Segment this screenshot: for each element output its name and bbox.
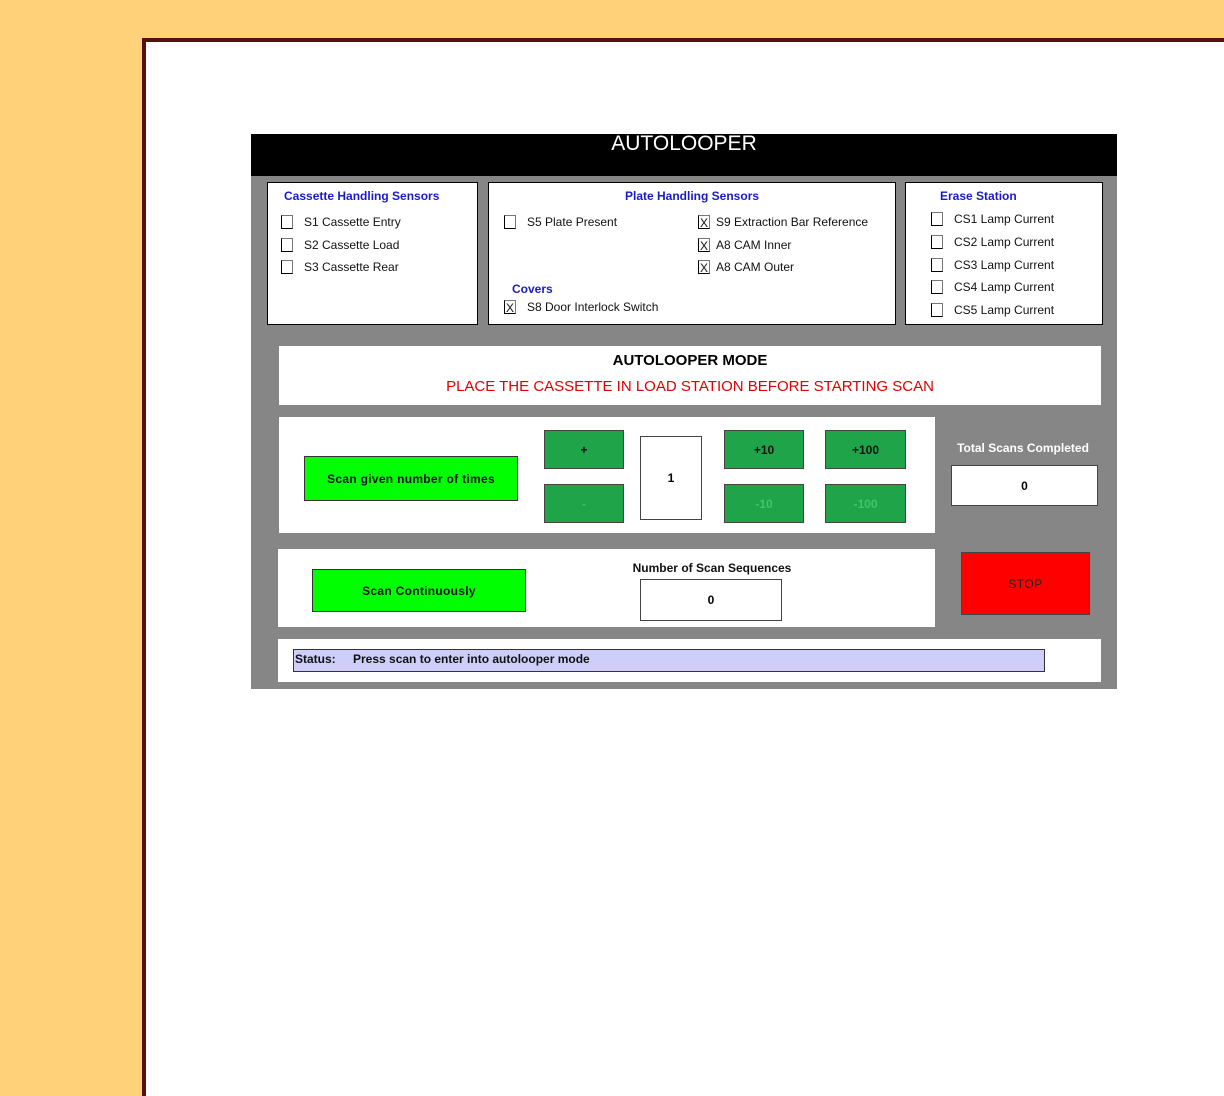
scan-continuously-button[interactable]: Scan Continuously [312, 569, 526, 612]
sensor-label: S8 Door Interlock Switch [527, 300, 659, 314]
increment-button[interactable]: + [544, 430, 624, 469]
cassette-sensors-panel: Cassette Handling Sensors S1 Cassette En… [267, 182, 478, 325]
sensor-checkbox[interactable]: X [504, 300, 516, 315]
sensor-checkbox[interactable] [281, 215, 293, 229]
sensor-checkbox[interactable] [281, 260, 293, 274]
scan-continuous-section: Scan Continuously Number of Scan Sequenc… [278, 549, 935, 627]
total-scans-value: 0 [951, 465, 1098, 506]
increment-100-button[interactable]: +100 [825, 430, 906, 469]
scan-count-value: 1 [640, 436, 702, 520]
lamp-label: CS5 Lamp Current [954, 303, 1055, 317]
sensor-checkbox[interactable]: X [698, 215, 710, 230]
mode-heading: AUTOLOOPER MODE [612, 352, 768, 369]
decrement-100-button[interactable]: -100 [825, 484, 906, 523]
lamp-label: CS1 Lamp Current [954, 212, 1055, 226]
status-text: Press scan to enter into autolooper mode [353, 652, 590, 666]
decrement-10-button[interactable]: -10 [724, 484, 804, 523]
scan-count-section: Scan given number of times + - 1 +10 -10… [279, 417, 935, 533]
plate-sensors-panel: Plate Handling Sensors S5 Plate Present … [488, 182, 896, 325]
sensor-label: S9 Extraction Bar Reference [716, 215, 869, 229]
sensor-checkbox[interactable] [504, 215, 516, 229]
erase-station-title: Erase Station [940, 189, 1017, 203]
mode-message: PLACE THE CASSETTE IN LOAD STATION BEFOR… [446, 378, 934, 395]
lamp-checkbox[interactable] [931, 212, 943, 226]
covers-title: Covers [512, 282, 553, 296]
lamp-checkbox[interactable] [931, 303, 943, 317]
sensor-label: S3 Cassette Rear [304, 260, 399, 274]
sensor-label: S2 Cassette Load [304, 238, 400, 252]
window-title-bar: AUTOLOOPER [251, 132, 1117, 176]
erase-station-panel: Erase Station CS1 Lamp Current CS2 Lamp … [905, 182, 1103, 325]
status-label: Status: [295, 652, 336, 666]
status-section: Status: Press scan to enter into autoloo… [278, 639, 1101, 682]
stop-button[interactable]: STOP [961, 552, 1090, 615]
cassette-sensors-title: Cassette Handling Sensors [284, 189, 440, 203]
sensor-checkbox[interactable]: X [698, 260, 710, 275]
plate-sensors-title: Plate Handling Sensors [625, 189, 760, 203]
scan-sequences-value: 0 [640, 579, 782, 621]
scan-sequences-label: Number of Scan Sequences [632, 561, 792, 575]
lamp-label: CS2 Lamp Current [954, 235, 1055, 249]
lamp-label: CS3 Lamp Current [954, 258, 1055, 272]
sensor-label: A8 CAM Inner [716, 238, 792, 252]
sensor-checkbox[interactable] [281, 238, 293, 252]
lamp-checkbox[interactable] [931, 280, 943, 294]
lamp-checkbox[interactable] [931, 235, 943, 249]
mode-banner: AUTOLOOPER MODE PLACE THE CASSETTE IN LO… [279, 346, 1101, 405]
scan-given-times-button[interactable]: Scan given number of times [304, 456, 518, 501]
status-bar: Status: Press scan to enter into autoloo… [293, 649, 1045, 672]
sensor-checkbox[interactable]: X [698, 238, 710, 253]
decrement-button[interactable]: - [544, 484, 624, 523]
autolooper-window: AUTOLOOPER Cassette Handling Sensors S1 … [251, 132, 1117, 689]
window-title: AUTOLOOPER [611, 132, 757, 155]
total-scans-label: Total Scans Completed [957, 441, 1089, 455]
increment-10-button[interactable]: +10 [724, 430, 804, 469]
sensor-label: S5 Plate Present [527, 215, 618, 229]
sensor-label: S1 Cassette Entry [304, 215, 401, 229]
lamp-label: CS4 Lamp Current [954, 280, 1055, 294]
lamp-checkbox[interactable] [931, 258, 943, 272]
sensor-label: A8 CAM Outer [716, 260, 795, 274]
